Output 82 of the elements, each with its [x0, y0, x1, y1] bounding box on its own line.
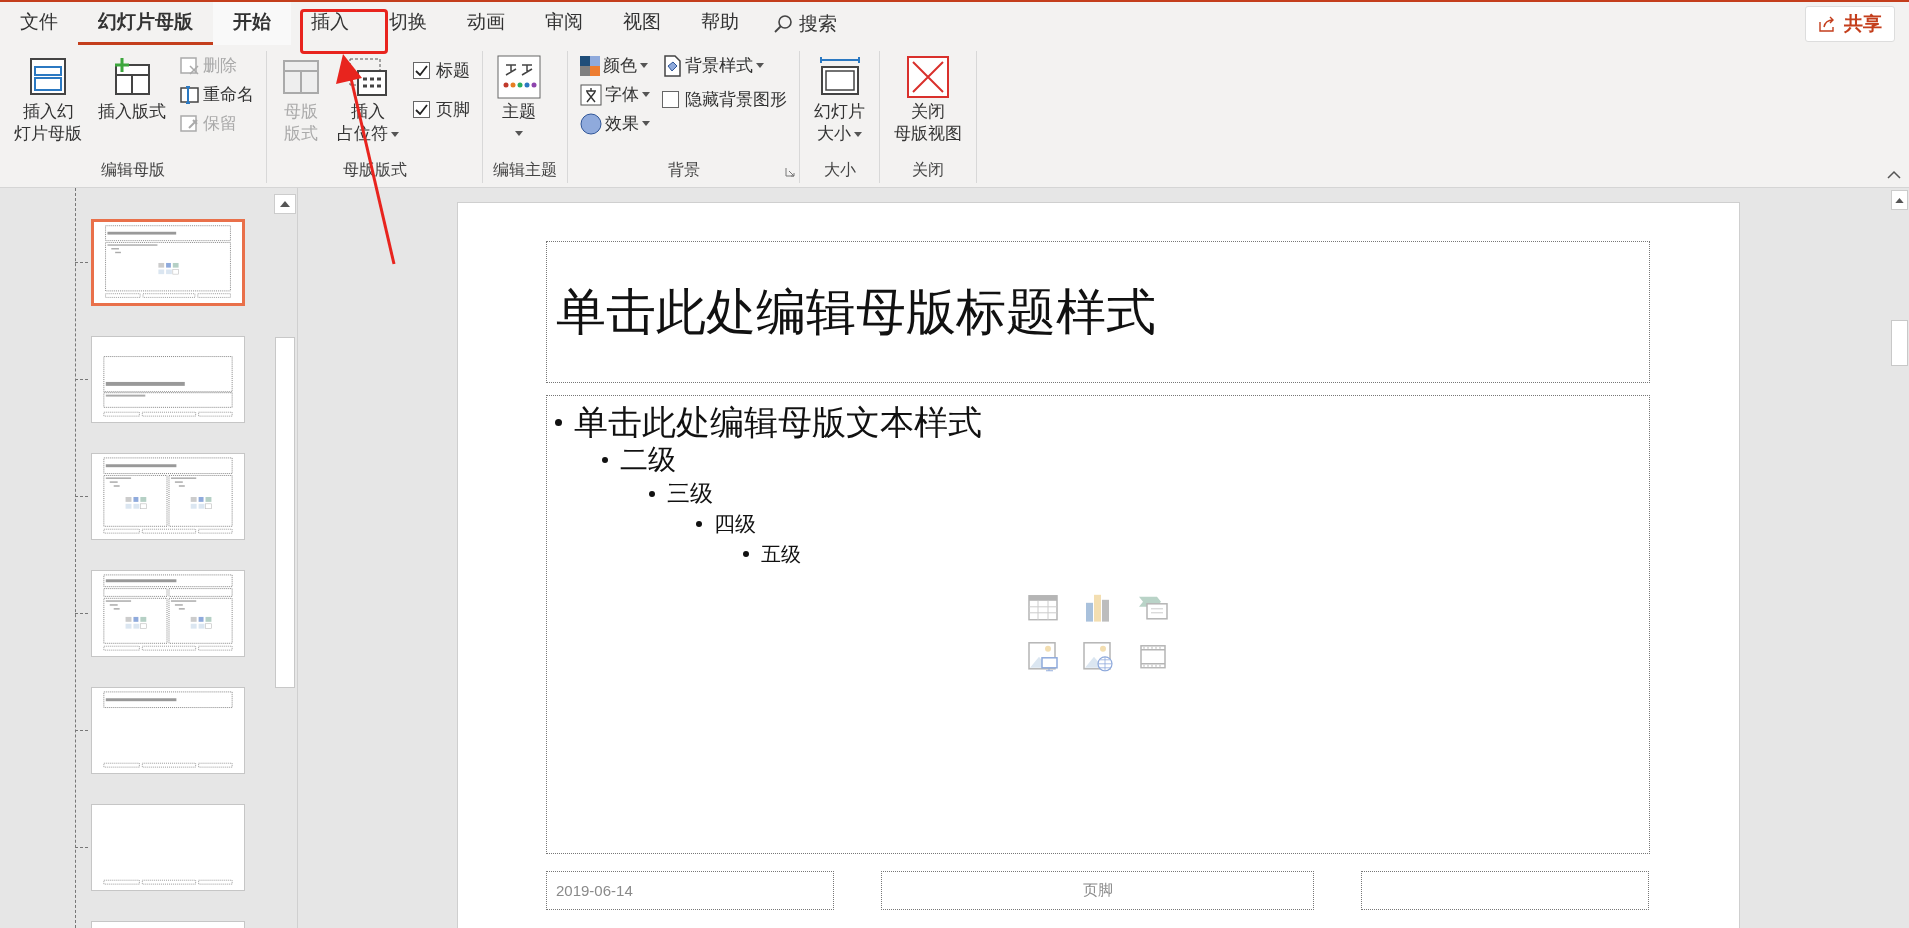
rename-icon	[180, 85, 200, 104]
bullet-icon	[602, 457, 608, 463]
body-text: 单击此处编辑母版文本样式	[574, 402, 982, 442]
bullet-icon	[555, 418, 562, 426]
dialog-launcher-icon[interactable]	[785, 167, 795, 177]
scrollbar-thumb[interactable]	[1891, 320, 1908, 366]
slide-thumbnail[interactable]	[91, 453, 245, 540]
chart-icon	[1085, 593, 1111, 622]
share-button[interactable]: 共享	[1805, 5, 1895, 42]
ribbon-tab[interactable]: 开始	[213, 2, 291, 45]
video-icon	[1140, 644, 1166, 669]
layout-add-icon	[112, 57, 152, 97]
ribbon-button[interactable]: 效果	[578, 111, 652, 136]
ribbon-tab[interactable]: 切换	[369, 2, 447, 45]
checkbox-label: 标题	[436, 60, 470, 82]
ribbon-button[interactable]: 关闭 母版视图	[890, 51, 966, 147]
ribbon-button[interactable]: 重命名	[178, 82, 256, 107]
close-icon	[907, 56, 949, 98]
slide-thumbnail[interactable]	[91, 336, 245, 423]
up-arrow-icon	[280, 201, 290, 207]
ribbon-button[interactable]: 背景样式	[660, 53, 789, 78]
title-placeholder[interactable]: 单击此处编辑母版标题样式	[546, 241, 1650, 383]
group-label: 关闭	[912, 160, 944, 180]
up-arrow-icon	[1895, 197, 1904, 203]
checkbox[interactable]	[413, 62, 430, 79]
group-label: 编辑主题	[493, 160, 557, 180]
picture-icon	[1028, 641, 1058, 672]
slide-size-icon	[817, 57, 862, 97]
ribbon-tab[interactable]: 视图	[603, 2, 681, 45]
theme-icon	[497, 55, 541, 99]
ribbon-button[interactable]: 主题	[493, 51, 545, 145]
background-styles-icon	[662, 54, 682, 77]
group-label: 编辑母版	[101, 160, 165, 180]
search-icon	[773, 13, 793, 34]
checkbox-label: 页脚	[436, 99, 470, 121]
colors-icon	[580, 55, 600, 76]
effects-icon	[580, 112, 602, 135]
ribbon-button[interactable]: 插入幻 灯片母版	[10, 51, 86, 147]
bullet-icon	[743, 551, 749, 557]
ribbon-button[interactable]: 颜色	[578, 53, 652, 78]
scroll-up-button[interactable]	[274, 194, 296, 214]
checkbox[interactable]	[413, 101, 430, 118]
scroll-up-button[interactable]	[1891, 190, 1908, 210]
ribbon-button[interactable]: 幻灯片 大小	[810, 51, 869, 147]
body-text: 四级	[714, 511, 756, 537]
online-picture-icon	[1083, 641, 1113, 672]
body-text: 二级	[620, 443, 676, 477]
fonts-icon	[580, 83, 602, 106]
checkbox[interactable]	[662, 91, 679, 108]
body-text: 五级	[761, 542, 801, 567]
ribbon-tab[interactable]: 插入	[291, 2, 369, 45]
ribbon-tab[interactable]: 帮助	[681, 2, 759, 45]
ribbon-button[interactable]: 字体	[578, 82, 652, 107]
body-text: 三级	[667, 479, 713, 508]
slide-thumbnail[interactable]	[91, 687, 245, 774]
share-icon	[1818, 14, 1836, 33]
checkbox-label: 隐藏背景图形	[685, 89, 787, 111]
ribbon-tab[interactable]: 审阅	[525, 2, 603, 45]
slide-master-icon	[28, 57, 68, 97]
scrollbar-thumb[interactable]	[275, 337, 295, 688]
collapse-ribbon-icon[interactable]	[1887, 170, 1901, 179]
ribbon-tab[interactable]: 动画	[447, 2, 525, 45]
delete-layout-icon	[180, 56, 200, 75]
slide-thumbnail[interactable]	[91, 219, 245, 306]
ribbon-tab[interactable]: 文件	[0, 2, 78, 45]
group-label: 大小	[823, 160, 856, 180]
table-icon	[1028, 594, 1058, 621]
title-text: 单击此处编辑母版标题样式	[556, 282, 1156, 342]
layout-icon	[281, 57, 321, 97]
slide-number-placeholder[interactable]	[1361, 871, 1649, 910]
footer-placeholder[interactable]: 页脚	[881, 871, 1314, 910]
slide-thumbnail[interactable]	[91, 570, 245, 657]
slide-thumbnail[interactable]	[91, 804, 245, 891]
bullet-icon	[696, 521, 702, 527]
date-placeholder[interactable]: 2019-06-14	[546, 871, 834, 910]
preserve-icon	[180, 114, 200, 133]
search-button[interactable]: 搜索	[773, 10, 837, 37]
smartart-icon	[1138, 594, 1168, 621]
content-placeholder[interactable]: 单击此处编辑母版文本样式 二级 三级 四级 五级	[546, 395, 1650, 854]
bullet-icon	[649, 490, 655, 497]
group-label: 背景	[667, 160, 700, 180]
ribbon-button[interactable]: 插入版式	[94, 51, 170, 125]
